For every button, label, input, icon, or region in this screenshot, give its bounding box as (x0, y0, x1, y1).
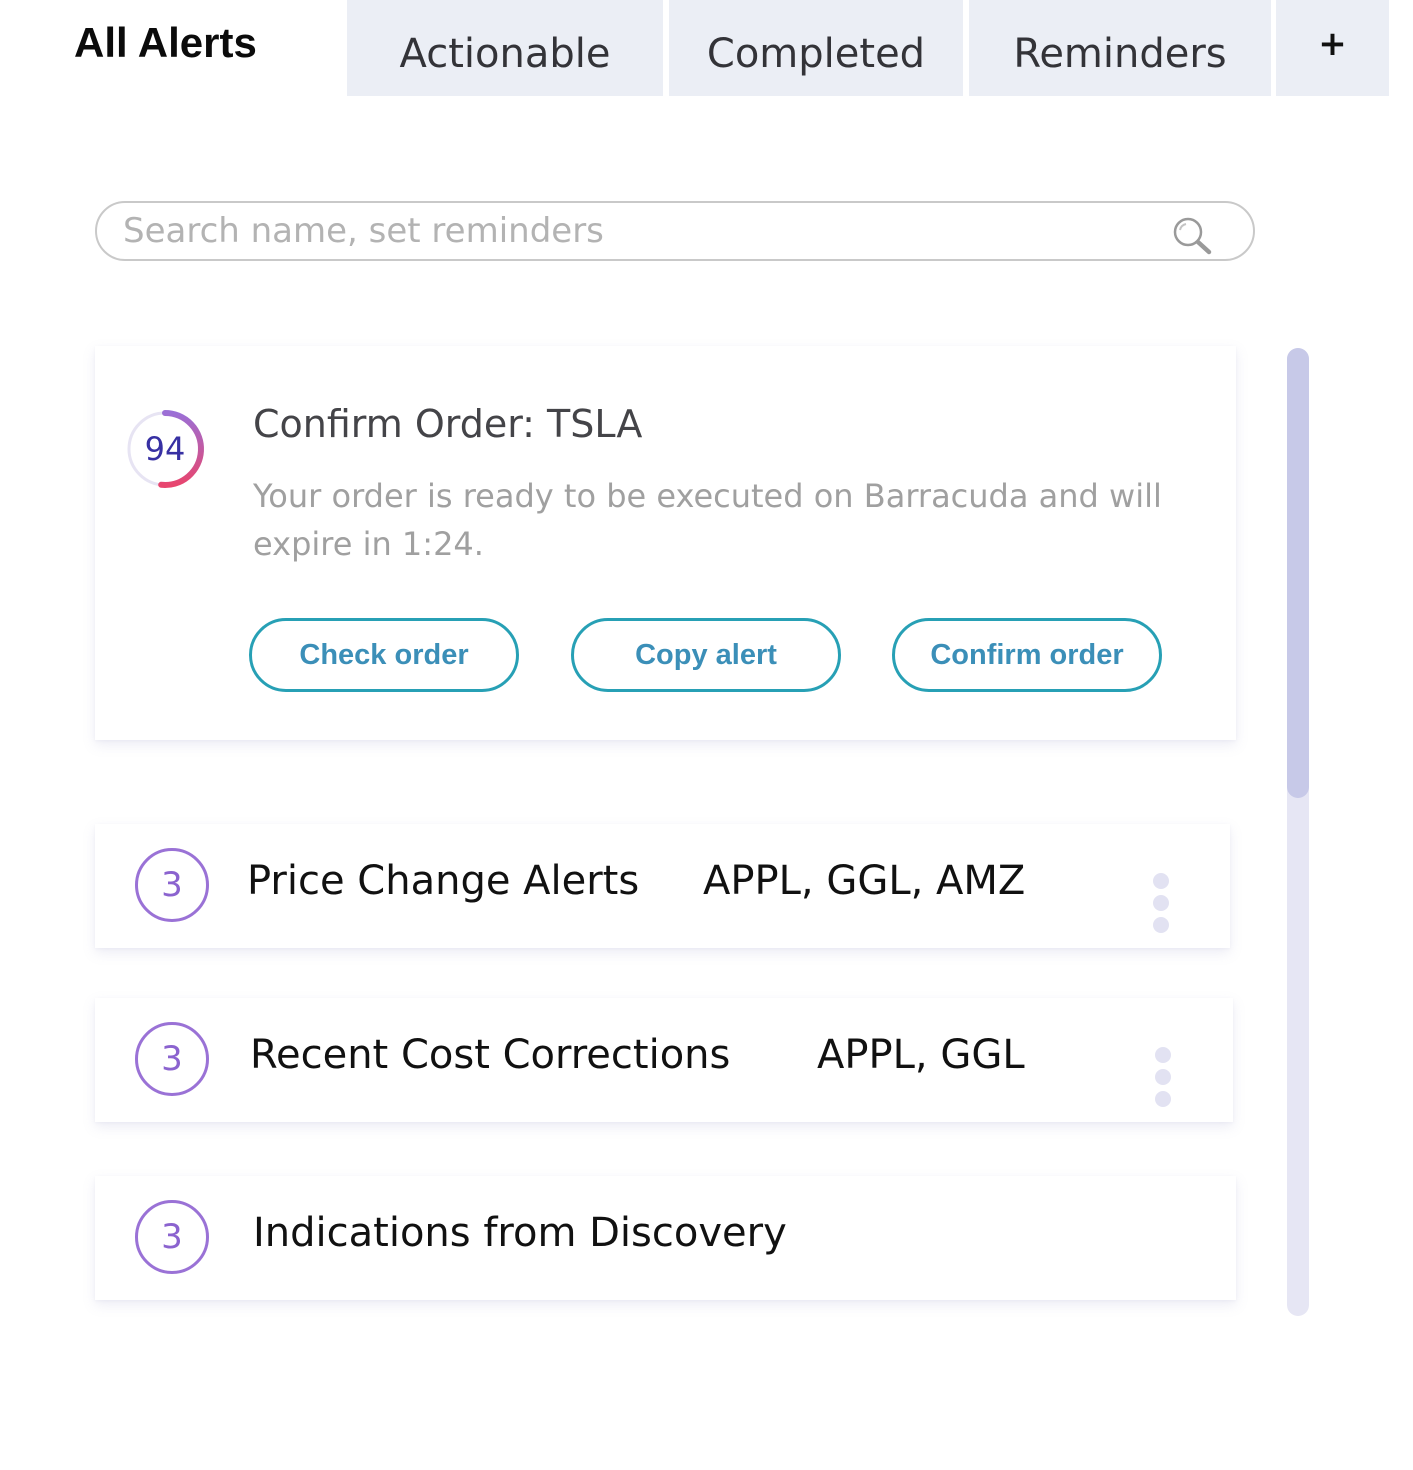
alert-group-row[interactable]: 3 Recent Cost Corrections APPL, GGL (95, 998, 1233, 1122)
alert-group-tickers: APPL, GGL (817, 1032, 1025, 1078)
alert-group-label: Recent Cost Corrections (250, 1032, 731, 1078)
alert-group-label: Indications from Discovery (253, 1210, 787, 1256)
tab-completed-label: Completed (706, 31, 926, 77)
alert-group-label: Price Change Alerts (247, 858, 640, 904)
copy-alert-button[interactable]: Copy alert (571, 618, 841, 692)
search-bar (95, 201, 1255, 261)
score-value: 94 (144, 430, 186, 468)
search-input[interactable] (123, 203, 1153, 259)
alerts-panel: All Alerts Actionable Completed Reminder… (0, 0, 1413, 1470)
tab-all-alerts-label: All Alerts (74, 19, 257, 66)
more-options-icon[interactable] (1151, 873, 1171, 937)
tab-reminders[interactable]: Reminders (969, 0, 1271, 96)
add-tab-button[interactable]: + (1276, 0, 1389, 96)
scrollbar-thumb[interactable] (1287, 348, 1309, 798)
alert-count-badge: 3 (135, 1022, 209, 1096)
tab-actionable-label: Actionable (399, 31, 611, 77)
alert-card-confirm-order: 94 Confirm Order: TSLA Your order is rea… (95, 346, 1236, 740)
check-order-button[interactable]: Check order (249, 618, 519, 692)
confirm-order-button[interactable]: Confirm order (892, 618, 1162, 692)
plus-icon: + (1318, 24, 1347, 64)
search-icon[interactable] (1171, 215, 1213, 255)
alert-group-row[interactable]: 3 Price Change Alerts APPL, GGL, AMZ (95, 824, 1230, 948)
alert-group-tickers: APPL, GGL, AMZ (703, 858, 1026, 904)
alert-count-badge: 3 (135, 1200, 209, 1274)
tab-actionable[interactable]: Actionable (347, 0, 663, 96)
tab-reminders-label: Reminders (1013, 31, 1227, 77)
more-options-icon[interactable] (1153, 1047, 1173, 1111)
alert-title: Confirm Order: TSLA (253, 402, 643, 446)
tab-all-alerts[interactable]: All Alerts (0, 0, 340, 96)
alert-count-badge: 3 (135, 848, 209, 922)
tab-completed[interactable]: Completed (669, 0, 963, 96)
alert-description: Your order is ready to be executed on Ba… (253, 477, 1162, 563)
alert-group-row[interactable]: 3 Indications from Discovery (95, 1176, 1236, 1300)
